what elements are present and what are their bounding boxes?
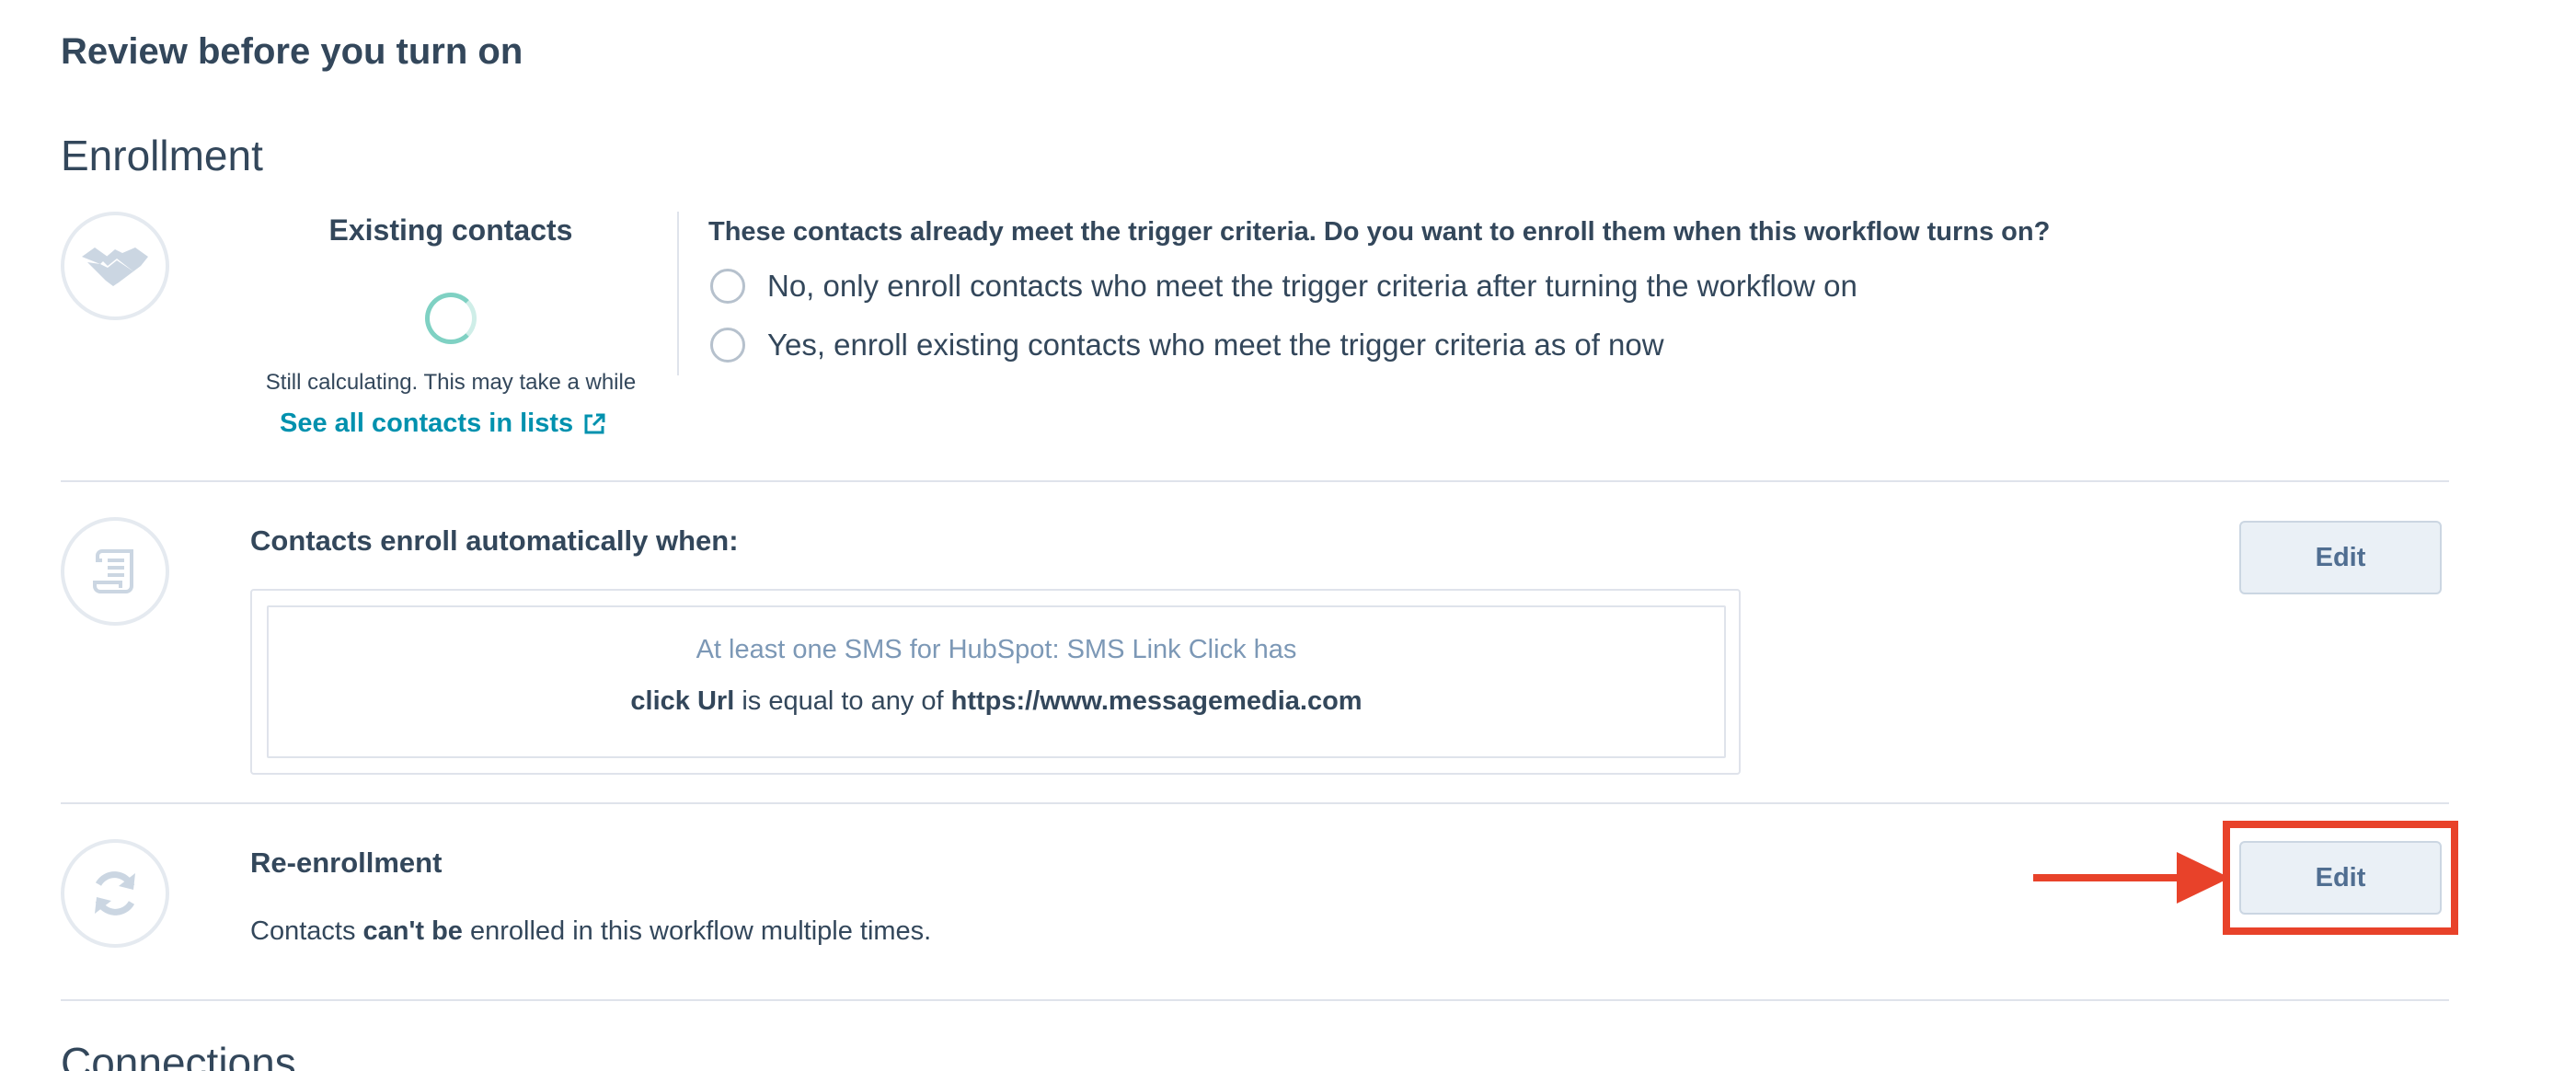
- reenrollment-title: Re-enrollment: [250, 846, 443, 879]
- see-all-contacts-label: See all contacts in lists: [280, 409, 574, 438]
- external-link-icon: [584, 413, 605, 433]
- see-all-contacts-link[interactable]: See all contacts in lists: [280, 409, 606, 439]
- radio-option-label: Yes, enroll existing contacts who meet t…: [767, 328, 1664, 362]
- connections-section-title: Connections: [61, 1039, 296, 1071]
- criteria-card: At least one SMS for HubSpot: SMS Link C…: [267, 605, 1726, 758]
- refresh-icon: [95, 871, 135, 916]
- annotation-highlight-box: [2223, 821, 2458, 935]
- radio-button[interactable]: [710, 328, 745, 363]
- reenrollment-desc-bold: can't be: [362, 916, 463, 946]
- reenrollment-desc-prefix: Contacts: [250, 916, 363, 946]
- vertical-divider: [677, 212, 679, 375]
- annotation-arrow-head: [2177, 852, 2230, 904]
- criteria-header: At least one SMS for HubSpot: SMS Link C…: [696, 635, 1297, 664]
- section-divider: [61, 999, 2449, 1001]
- section-divider: [61, 480, 2449, 482]
- radio-option-no[interactable]: No, only enroll contacts who meet the tr…: [710, 269, 1857, 304]
- page-title: Review before you turn on: [61, 31, 523, 72]
- enrollment-section-title: Enrollment: [61, 132, 263, 179]
- existing-contacts-title: Existing contacts: [328, 213, 573, 247]
- criteria-filter: click Url is equal to any of https://www…: [269, 686, 1724, 717]
- criteria-operator: is equal to any of: [734, 686, 951, 716]
- reenrollment-description: Contacts can't be enrolled in this workf…: [250, 916, 931, 947]
- radio-button[interactable]: [710, 269, 745, 304]
- radio-option-label: No, only enroll contacts who meet the tr…: [767, 269, 1857, 303]
- radio-option-yes[interactable]: Yes, enroll existing contacts who meet t…: [710, 328, 1664, 363]
- annotation-arrow-line: [2033, 874, 2180, 881]
- reenrollment-desc-suffix: enrolled in this workflow multiple times…: [462, 916, 932, 946]
- edit-trigger-button[interactable]: Edit: [2239, 521, 2442, 594]
- trigger-title: Contacts enroll automatically when:: [250, 524, 739, 557]
- criteria-value: https://www.messagemedia.com: [950, 686, 1363, 716]
- scroll-icon-circle: [61, 517, 169, 626]
- scroll-icon: [93, 549, 133, 593]
- criteria-property: click Url: [630, 686, 735, 716]
- calculating-status: Still calculating. This may take a while: [265, 370, 637, 395]
- enroll-existing-question: These contacts already meet the trigger …: [708, 217, 2051, 247]
- refresh-icon-circle: [61, 839, 169, 948]
- handshake-icon-circle: [61, 212, 169, 320]
- loading-spinner: [425, 293, 477, 344]
- section-divider: [61, 802, 2449, 804]
- handshake-icon: [82, 248, 148, 286]
